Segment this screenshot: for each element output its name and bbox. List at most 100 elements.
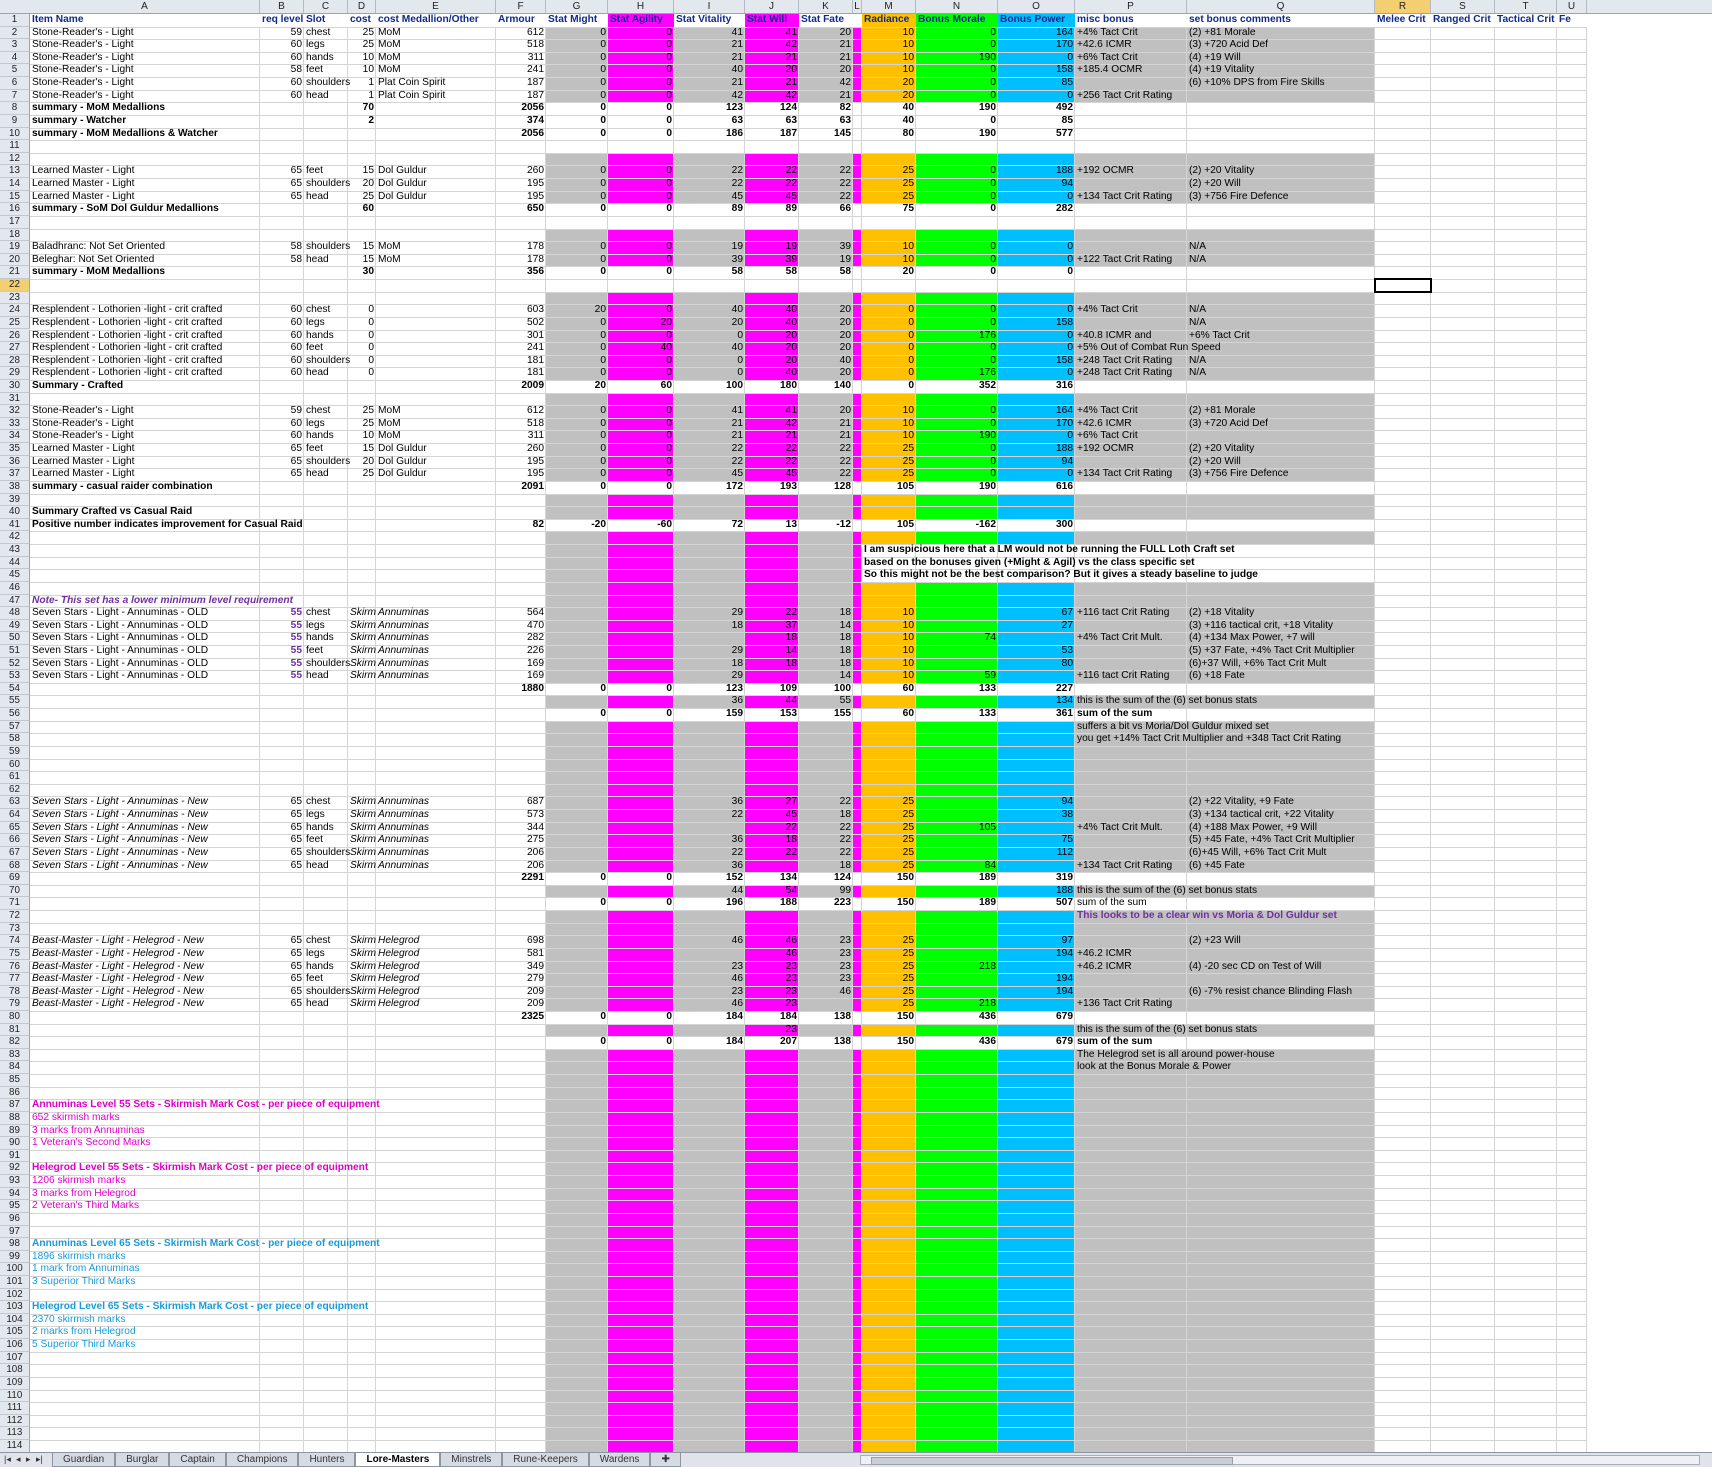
row-header[interactable]: 41 — [0, 518, 30, 532]
cell[interactable]: 352 — [916, 380, 998, 393]
row-header[interactable]: 30 — [0, 379, 30, 393]
cell[interactable]: 603 — [496, 304, 546, 317]
cell[interactable]: 123 — [674, 102, 745, 115]
row-header[interactable]: 19 — [0, 241, 30, 254]
row-header[interactable]: 29 — [0, 367, 30, 380]
cell[interactable]: 0 — [916, 203, 998, 216]
cell[interactable]: 134 — [745, 872, 799, 885]
row-header[interactable]: 47 — [0, 594, 30, 608]
row-header[interactable]: 109 — [0, 1376, 30, 1390]
cell[interactable]: 10 — [862, 39, 916, 52]
cell[interactable]: chest — [304, 405, 332, 418]
cell[interactable]: 0 — [916, 165, 998, 178]
row-header[interactable]: 46 — [0, 581, 30, 595]
row-header[interactable]: 6 — [0, 77, 30, 90]
cell[interactable]: 23 — [799, 973, 853, 986]
cell[interactable]: 66 — [799, 203, 853, 216]
cell[interactable]: 85 — [998, 77, 1075, 90]
cell[interactable]: 0 — [608, 443, 674, 456]
cell[interactable]: Beast-Master - Light - Helegrod - New — [30, 998, 206, 1011]
cell[interactable]: 10 — [862, 620, 916, 633]
cell[interactable]: 0 — [916, 27, 998, 40]
cell[interactable]: 25 — [862, 961, 916, 974]
column-title[interactable]: cost Medallion/Other — [376, 14, 481, 27]
column-header-c[interactable]: C — [304, 0, 348, 13]
cell[interactable]: 20 — [745, 330, 799, 343]
cell[interactable]: 22 — [674, 443, 745, 456]
cell[interactable]: 0 — [546, 254, 608, 267]
cell[interactable]: 218 — [916, 961, 998, 974]
cell[interactable]: 72 — [674, 519, 745, 532]
cell[interactable]: 150 — [862, 872, 916, 885]
cell[interactable]: 55 — [799, 695, 853, 708]
cell[interactable]: 0 — [916, 468, 998, 481]
cell[interactable]: legs — [304, 418, 327, 431]
cell[interactable]: (6) +10% DPS from Fire Skills — [1187, 77, 1327, 90]
cell[interactable]: 60 — [260, 304, 304, 317]
cell[interactable]: 82 — [799, 102, 853, 115]
cell[interactable]: Skirm — [348, 986, 378, 999]
cell[interactable]: 241 — [496, 64, 546, 77]
row-header[interactable]: 12 — [0, 152, 30, 166]
cell[interactable]: 169 — [496, 658, 546, 671]
cell[interactable]: 20 — [674, 317, 745, 330]
cell[interactable]: 84 — [916, 860, 998, 873]
cell[interactable]: Skirm — [348, 658, 378, 671]
cell[interactable]: 46 — [674, 973, 745, 986]
cell[interactable]: 65 — [260, 443, 304, 456]
cell[interactable]: shoulders — [304, 456, 352, 469]
cell[interactable]: Stone-Reader's - Light — [30, 90, 136, 103]
cell[interactable]: Summary - Crafted — [30, 380, 125, 393]
cell[interactable]: 650 — [496, 203, 546, 216]
cell[interactable]: 63 — [799, 115, 853, 128]
column-header-h[interactable]: H — [608, 0, 674, 13]
cell[interactable]: summary - MoM Medallions — [30, 266, 167, 279]
cell[interactable]: 0 — [348, 317, 376, 330]
cell[interactable]: 22 — [799, 456, 853, 469]
row-header[interactable]: 50 — [0, 632, 30, 645]
cell[interactable]: 15 — [348, 254, 376, 267]
cell[interactable]: +185.4 OCMR — [1075, 64, 1144, 77]
cell[interactable]: 282 — [496, 632, 546, 645]
cell[interactable]: 23 — [745, 961, 799, 974]
cell[interactable]: 46 — [674, 998, 745, 1011]
cell[interactable]: 0 — [998, 330, 1075, 343]
row-header[interactable]: 106 — [0, 1339, 30, 1352]
cell[interactable]: 0 — [998, 90, 1075, 103]
row-header[interactable]: 91 — [0, 1149, 30, 1163]
cell[interactable]: (3) +720 Acid Def — [1187, 39, 1270, 52]
cell[interactable]: summary - casual raider combination — [30, 481, 215, 494]
cell[interactable]: hands — [304, 961, 336, 974]
cell[interactable]: sum of the sum — [1075, 708, 1154, 721]
cell[interactable]: +42.6 ICMR — [1075, 39, 1134, 52]
cell[interactable]: 1 mark from Annuminas — [30, 1263, 142, 1276]
cell[interactable]: 58 — [260, 254, 304, 267]
cell[interactable]: 21 — [674, 430, 745, 443]
cell[interactable]: 0 — [546, 90, 608, 103]
cell[interactable]: feet — [304, 165, 325, 178]
cell[interactable]: 25 — [348, 418, 376, 431]
cell[interactable]: 2325 — [496, 1011, 546, 1024]
row-header[interactable]: 88 — [0, 1111, 30, 1125]
cell[interactable]: 0 — [608, 165, 674, 178]
cell[interactable]: 19 — [799, 254, 853, 267]
cell[interactable]: head — [304, 998, 331, 1011]
row-header[interactable]: 40 — [0, 506, 30, 519]
cell[interactable]: 190 — [916, 52, 998, 65]
cell[interactable]: Resplendent - Lothorien -light - crit cr… — [30, 355, 224, 368]
cell[interactable]: (2) +23 Will — [1187, 935, 1243, 948]
cell[interactable]: 0 — [546, 64, 608, 77]
row-header[interactable]: 45 — [0, 569, 30, 582]
cell[interactable]: Annuminas — [376, 607, 431, 620]
row-header[interactable]: 8 — [0, 102, 30, 115]
cell[interactable]: Learned Master - Light — [30, 456, 137, 469]
cell[interactable]: 0 — [998, 241, 1075, 254]
sheet-tab-burglar[interactable]: Burglar — [115, 1453, 170, 1467]
cell[interactable]: 3 Superior Third Marks — [30, 1276, 137, 1289]
cell[interactable]: Stone-Reader's - Light — [30, 430, 136, 443]
cell[interactable]: Helegrod — [376, 948, 421, 961]
cell[interactable]: 616 — [998, 481, 1075, 494]
cell[interactable]: 58 — [799, 266, 853, 279]
column-title[interactable]: Stat Fate — [799, 14, 846, 27]
cell[interactable]: 18 — [799, 645, 853, 658]
